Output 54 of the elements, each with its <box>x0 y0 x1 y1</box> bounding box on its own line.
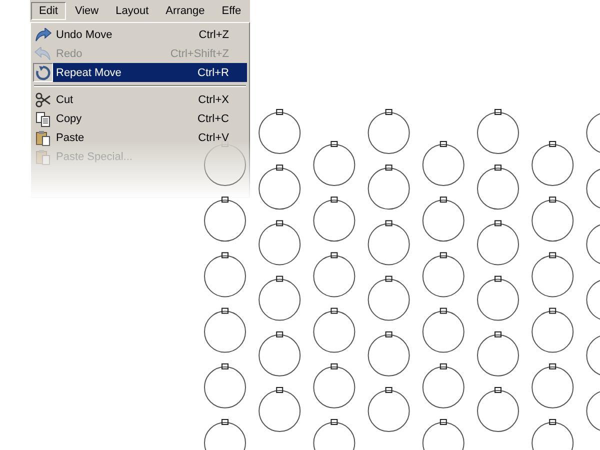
circle-shape <box>258 331 301 376</box>
circle-shape <box>368 220 410 266</box>
menu-bar-item[interactable]: Effe <box>214 2 250 20</box>
circle-shape <box>368 387 410 432</box>
circle-shape <box>477 387 519 432</box>
menu-bar-item[interactable]: View <box>66 2 107 20</box>
circle-shape <box>532 196 574 242</box>
circle-shape <box>532 252 574 298</box>
menu-bar-item[interactable]: Edit <box>31 2 66 20</box>
circle-shape <box>368 164 410 210</box>
circle-shape <box>368 109 410 154</box>
circle-shape <box>204 363 246 408</box>
circle-shape <box>204 196 246 242</box>
clipboard-icon <box>35 148 51 164</box>
circle-shape <box>477 164 519 210</box>
circle-shape <box>532 141 574 186</box>
menu-bar-item[interactable]: Arrange <box>158 2 213 20</box>
circle-shape <box>313 196 356 242</box>
circular-arrow-icon <box>35 64 51 80</box>
circle-shape <box>477 276 519 321</box>
circle-shape <box>477 220 519 266</box>
circle-shape <box>477 109 519 154</box>
menu-item[interactable]: Cut Ctrl+X <box>33 90 247 109</box>
circle-shape <box>313 252 356 298</box>
circle-shape <box>204 252 246 298</box>
circle-shape <box>368 331 410 376</box>
circle-shape <box>258 220 301 266</box>
circle-shape <box>532 308 574 353</box>
circle-shape <box>258 276 301 321</box>
menu-bar-item[interactable]: Layout <box>108 2 157 20</box>
circle-shape <box>368 276 410 321</box>
menu-item[interactable]: Paste Ctrl+V <box>33 128 247 147</box>
circle-shape <box>477 331 519 376</box>
circle-shape <box>422 141 464 186</box>
circle-shape <box>258 387 301 432</box>
clipboard-icon <box>35 130 51 146</box>
undo-arrow-icon <box>34 28 52 42</box>
circle-shape <box>422 196 464 242</box>
circle-shape <box>422 252 464 298</box>
circle-shape <box>532 363 574 408</box>
circle-shape <box>313 363 356 408</box>
circle-shape <box>422 308 464 353</box>
circle-shape <box>422 363 464 408</box>
circle-shape <box>258 109 301 154</box>
scissors-icon <box>35 92 51 108</box>
circle-shape <box>313 141 356 186</box>
menu-item[interactable]: Undo Move Ctrl+Z <box>33 25 247 44</box>
circle-shape <box>258 164 301 210</box>
circle-shape <box>204 308 246 353</box>
menu-item[interactable]: Copy Ctrl+C <box>33 109 247 128</box>
circle-shape <box>313 308 356 353</box>
copy-icon <box>35 110 51 126</box>
redo-arrow-icon <box>34 46 52 60</box>
menu-item[interactable]: Repeat Move Ctrl+R <box>33 63 247 82</box>
